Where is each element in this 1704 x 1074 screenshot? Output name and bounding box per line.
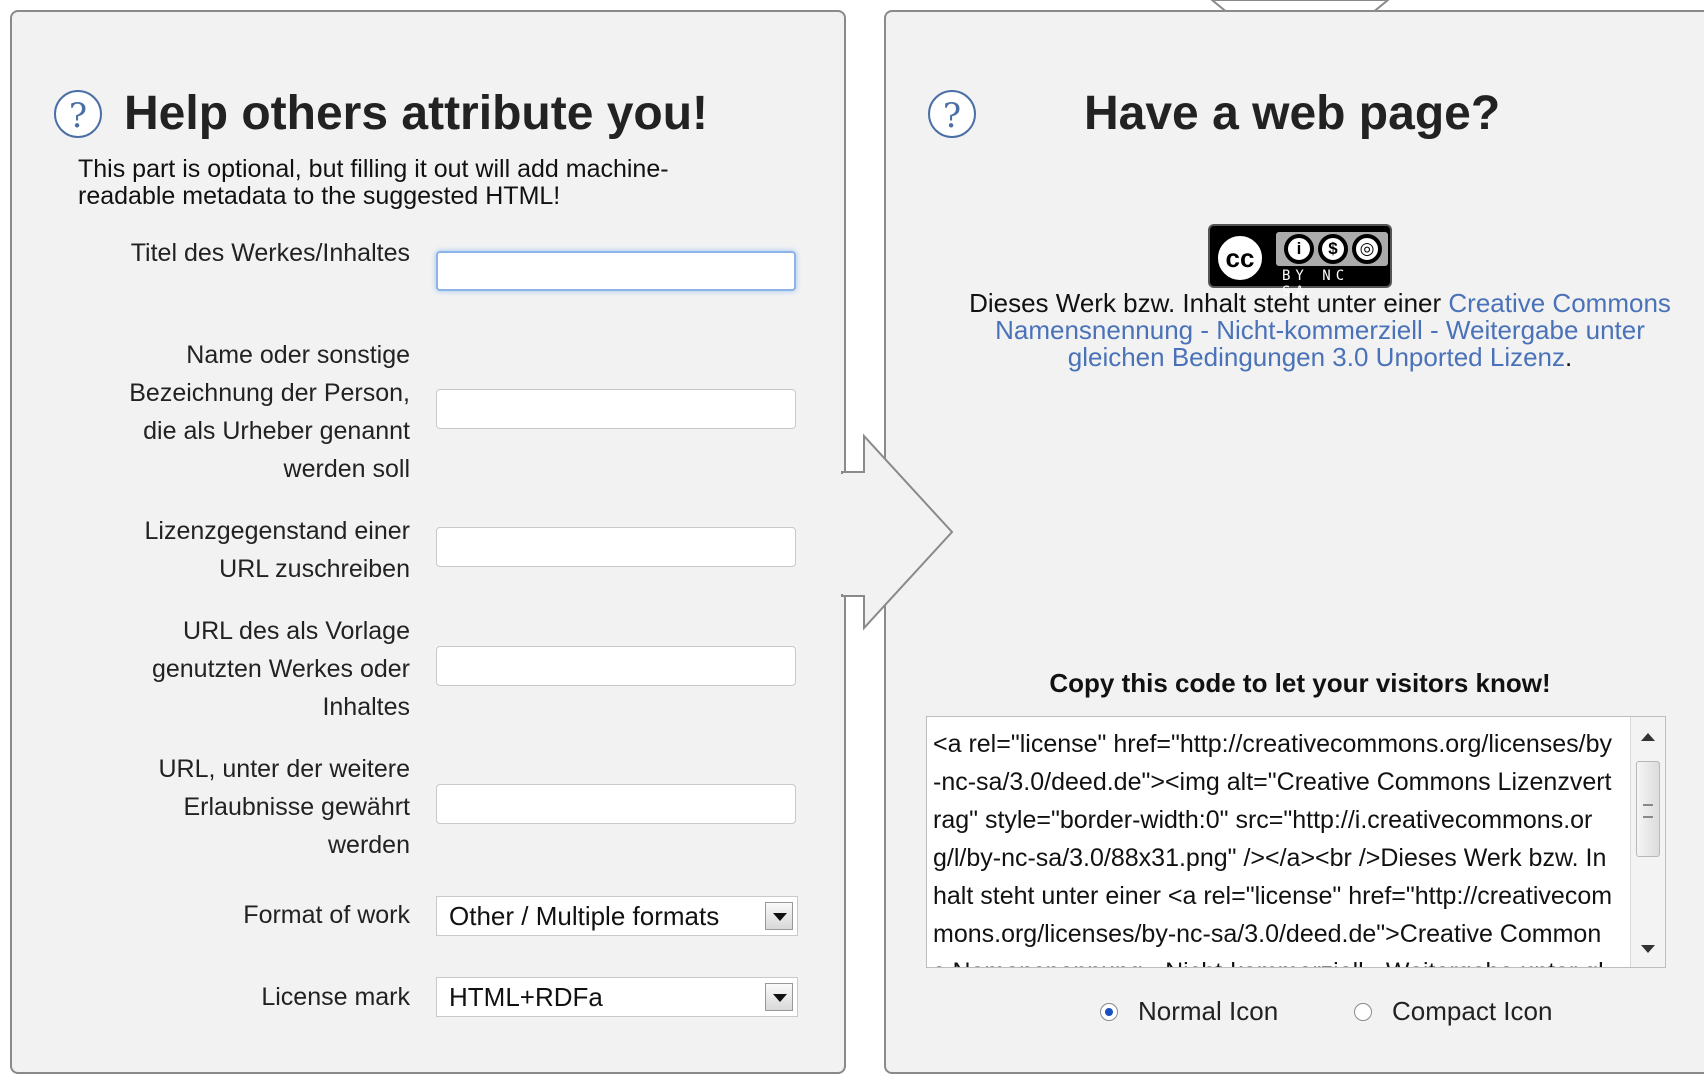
radio-compact-label[interactable]: Compact Icon <box>1392 996 1552 1027</box>
nc-icon: $ <box>1318 234 1348 264</box>
code-scrollbar[interactable] <box>1630 717 1665 967</box>
format-select[interactable]: Other / Multiple formats <box>436 896 798 936</box>
radio-normal-row[interactable]: Normal Icon <box>1100 996 1278 1027</box>
attribution-title: Help others attribute you! <box>124 87 709 140</box>
license-mark-select[interactable]: HTML+RDFa <box>436 977 798 1017</box>
attribution-intro: This part is optional, but filling it ou… <box>78 155 669 210</box>
by-icon: i <box>1284 234 1314 264</box>
question-icon[interactable]: ? <box>928 90 976 138</box>
scroll-up-icon[interactable] <box>1641 733 1655 741</box>
label-author: Name oder sonstige Bezeichnung der Perso… <box>129 341 410 483</box>
radio-compact-row[interactable]: Compact Icon <box>1354 996 1552 1027</box>
radio-normal-icon[interactable] <box>1100 1002 1118 1021</box>
sa-icon: ◎ <box>1352 234 1382 264</box>
radio-compact-icon[interactable] <box>1354 1002 1372 1021</box>
source-url-input[interactable] <box>436 646 796 686</box>
label-title: Titel des Werkes/Inhaltes <box>130 239 410 267</box>
label-more-permissions: URL, unter der weitere Erlaubnisse gewäh… <box>158 755 410 859</box>
radio-normal-label[interactable]: Normal Icon <box>1138 996 1278 1027</box>
cc-license-badge[interactable]: cc i $ ◎ BY NC SA <box>1208 224 1392 300</box>
scroll-down-icon[interactable] <box>1641 945 1655 953</box>
label-license-mark: License mark <box>261 983 410 1011</box>
more-permissions-input[interactable] <box>436 784 796 824</box>
author-input[interactable] <box>436 389 796 429</box>
format-select-value: Other / Multiple formats <box>449 901 720 931</box>
scroll-thumb[interactable] <box>1636 761 1660 857</box>
chevron-down-icon[interactable] <box>765 902 793 930</box>
license-mark-value: HTML+RDFa <box>449 982 603 1012</box>
license-prefix: Dieses Werk bzw. Inhalt steht unter eine… <box>969 288 1449 318</box>
copy-code-title: Copy this code to let your visitors know… <box>1049 668 1551 698</box>
chevron-down-icon[interactable] <box>765 983 793 1011</box>
label-attribution-url: Lizenzgegenstand einer URL zuschreiben <box>144 517 410 583</box>
label-format: Format of work <box>243 901 410 929</box>
right-arrow-shape <box>841 433 954 631</box>
label-source-url: URL des als Vorlage genutzten Werkes ode… <box>151 617 410 721</box>
code-textarea[interactable]: <a rel="license" href="http://creativeco… <box>926 716 1666 968</box>
cc-icon: cc <box>1214 232 1266 284</box>
attribution-url-input[interactable] <box>436 527 796 567</box>
title-input[interactable] <box>436 251 796 291</box>
license-suffix: . <box>1565 342 1573 372</box>
code-text[interactable]: <a rel="license" href="http://creativeco… <box>933 725 1613 967</box>
question-icon[interactable]: ? <box>54 90 102 138</box>
license-statement: Dieses Werk bzw. Inhalt steht unter eine… <box>960 290 1680 371</box>
web-page-title: Have a web page? <box>1084 87 1501 140</box>
